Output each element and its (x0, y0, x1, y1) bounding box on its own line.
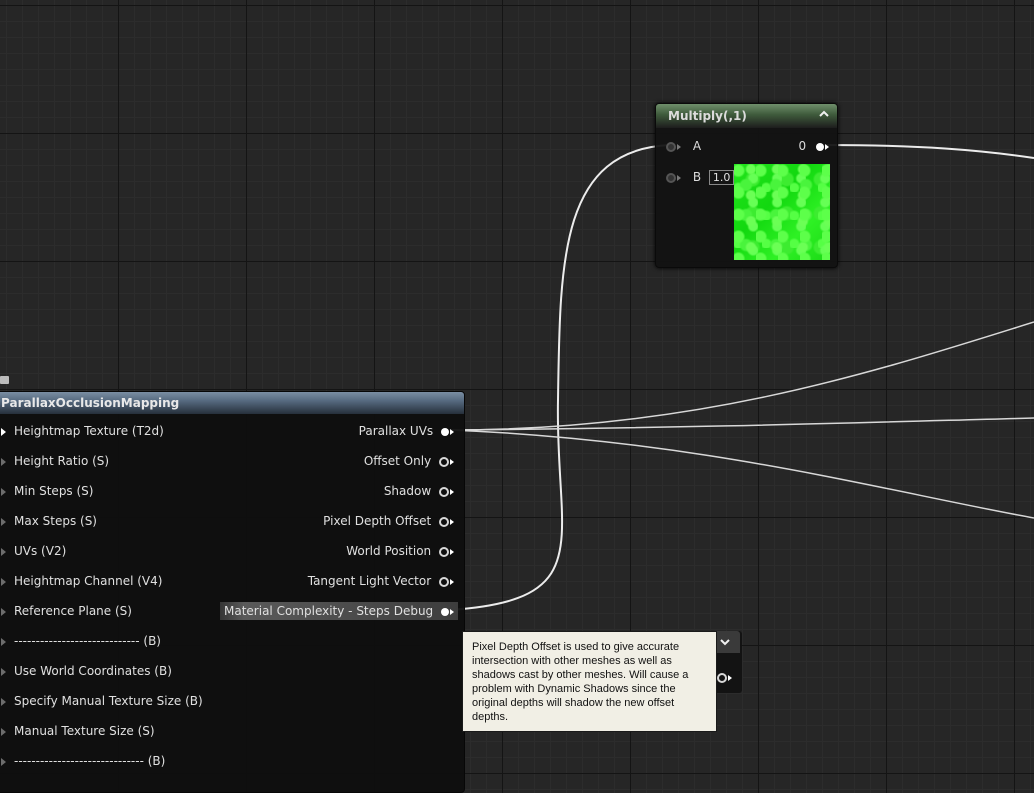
wire-parallax-uvs-2 (449, 417, 1034, 431)
output-arrow-icon (450, 428, 454, 435)
input-pin-icon[interactable] (1, 487, 6, 496)
pom-input-uvs[interactable]: UVs (V2) (0, 544, 66, 558)
collapse-chevron-down-icon[interactable] (720, 637, 730, 647)
pom-input-manual-texture-size[interactable]: Manual Texture Size (S) (0, 724, 155, 738)
pom-node-title: ParallaxOcclusionMapping (1, 396, 180, 410)
parallax-occlusion-mapping-node[interactable]: ParallaxOcclusionMapping Heightmap Textu… (0, 391, 465, 793)
pom-output-label: Parallax UVs (358, 424, 434, 438)
input-pin-icon[interactable] (1, 547, 6, 556)
input-pin-icon[interactable] (1, 757, 6, 766)
input-b-pin-icon[interactable] (666, 172, 676, 183)
comment-bubble-icon[interactable] (0, 376, 9, 384)
output-pin-icon[interactable] (439, 456, 449, 467)
output-pin-icon[interactable] (441, 607, 449, 616)
pom-node-header[interactable]: ParallaxOcclusionMapping (0, 392, 464, 414)
input-pin-icon[interactable] (1, 697, 6, 706)
pom-input-label: Use World Coordinates (B) (14, 664, 172, 678)
input-pin-icon[interactable] (1, 607, 6, 616)
pom-output-label: Tangent Light Vector (307, 574, 432, 588)
multiply-node-title: Multiply(,1) (668, 109, 747, 123)
output-pin-icon[interactable] (441, 427, 449, 436)
input-pin-icon[interactable] (1, 427, 6, 436)
pom-output-shadow[interactable]: Shadow (384, 484, 454, 498)
input-pin-icon[interactable] (1, 637, 6, 646)
output-arrow-icon (728, 674, 732, 681)
pom-input-reference-plane[interactable]: Reference Plane (S) (0, 604, 132, 618)
pom-input-label: Heightmap Texture (T2d) (14, 424, 164, 438)
pom-input-heightmap-texture[interactable]: Heightmap Texture (T2d) (0, 424, 164, 438)
pom-output-world-position[interactable]: World Position (346, 544, 454, 558)
output-pin-icon[interactable] (717, 672, 727, 683)
wire-steps-debug-to-multiply-a (449, 144, 671, 611)
pin-tooltip: Pixel Depth Offset is used to give accur… (462, 631, 717, 732)
pom-input-max-steps[interactable]: Max Steps (S) (0, 514, 97, 528)
pom-output-label: Material Complexity - Steps Debug (224, 604, 434, 618)
output-label: 0 (798, 139, 807, 153)
pom-output-material-complexity-steps-debug[interactable]: Material Complexity - Steps Debug (220, 602, 458, 620)
input-pin-icon[interactable] (1, 457, 6, 466)
pom-output-label: Shadow (383, 484, 432, 498)
pom-output-label: Offset Only (363, 454, 432, 468)
input-a-pin-icon[interactable] (666, 141, 676, 152)
pom-input-height-ratio[interactable]: Height Ratio (S) (0, 454, 109, 468)
output-pin-icon[interactable] (439, 486, 449, 497)
hidden-node-header[interactable] (716, 631, 740, 653)
multiply-input-b[interactable]: B 1.0 (666, 170, 735, 185)
pom-input-label: Height Ratio (S) (14, 454, 110, 468)
multiply-node[interactable]: Multiply(,1) A 0 B 1.0 (655, 103, 838, 268)
pom-input-heightmap-channel[interactable]: Heightmap Channel (V4) (0, 574, 162, 588)
hidden-node-output[interactable] (717, 667, 732, 686)
pom-output-parallax-uvs[interactable]: Parallax UVs (359, 424, 454, 438)
pom-output-label: Pixel Depth Offset (323, 514, 432, 528)
output-arrow-icon (450, 518, 454, 525)
pom-input-label: Reference Plane (S) (14, 604, 132, 618)
input-b-arrow-icon (677, 174, 681, 181)
pom-input-label: Max Steps (S) (14, 514, 97, 528)
pom-input-label: UVs (V2) (14, 544, 67, 558)
pom-input-separator-1[interactable]: ----------------------------- (B) (0, 634, 161, 648)
output-pin-icon[interactable] (439, 546, 449, 557)
pom-input-label: Heightmap Channel (V4) (14, 574, 163, 588)
multiply-output[interactable]: 0 (799, 139, 829, 153)
multiply-input-a[interactable]: A (666, 139, 701, 153)
input-pin-icon[interactable] (1, 517, 6, 526)
output-arrow-icon (450, 548, 454, 555)
material-preview-thumbnail (734, 164, 830, 260)
pom-input-use-world-coordinates[interactable]: Use World Coordinates (B) (0, 664, 172, 678)
pom-input-min-steps[interactable]: Min Steps (S) (0, 484, 93, 498)
output-arrow-icon (450, 488, 454, 495)
input-b-label: B (692, 170, 702, 184)
multiply-node-header[interactable]: Multiply(,1) (656, 104, 837, 128)
output-arrow-icon (450, 578, 454, 585)
input-pin-icon[interactable] (1, 667, 6, 676)
wire-parallax-uvs-1 (449, 321, 1034, 431)
output-arrow-icon (450, 608, 454, 615)
input-pin-icon[interactable] (1, 727, 6, 736)
pom-output-pixel-depth-offset[interactable]: Pixel Depth Offset (323, 514, 454, 528)
pom-input-label: Min Steps (S) (14, 484, 94, 498)
wire-multiply-out (825, 144, 1034, 159)
output-arrow-icon (450, 458, 454, 465)
input-pin-icon[interactable] (1, 577, 6, 586)
input-a-arrow-icon (677, 143, 681, 150)
output-pin-icon[interactable] (439, 516, 449, 527)
pom-input-specify-manual-texture-size[interactable]: Specify Manual Texture Size (B) (0, 694, 203, 708)
pom-input-label: Specify Manual Texture Size (B) (14, 694, 203, 708)
input-b-value-field[interactable]: 1.0 (708, 170, 735, 185)
pom-output-label: World Position (346, 544, 432, 558)
wire-parallax-uvs-3 (449, 429, 1034, 519)
pom-input-separator-2[interactable]: ------------------------------ (B) (0, 754, 165, 768)
pom-input-label: ----------------------------- (B) (14, 634, 161, 648)
output-pin-icon[interactable] (439, 576, 449, 587)
pom-output-offset-only[interactable]: Offset Only (364, 454, 454, 468)
output-pin-icon[interactable] (816, 142, 824, 151)
pom-input-label: ------------------------------ (B) (14, 754, 166, 768)
pom-output-tangent-light-vector[interactable]: Tangent Light Vector (308, 574, 454, 588)
output-arrow-icon (825, 143, 829, 150)
pom-input-label: Manual Texture Size (S) (14, 724, 155, 738)
input-a-label: A (692, 139, 702, 153)
tooltip-text: Pixel Depth Offset is used to give accur… (472, 641, 689, 723)
collapse-chevron-up-icon[interactable] (817, 107, 831, 121)
